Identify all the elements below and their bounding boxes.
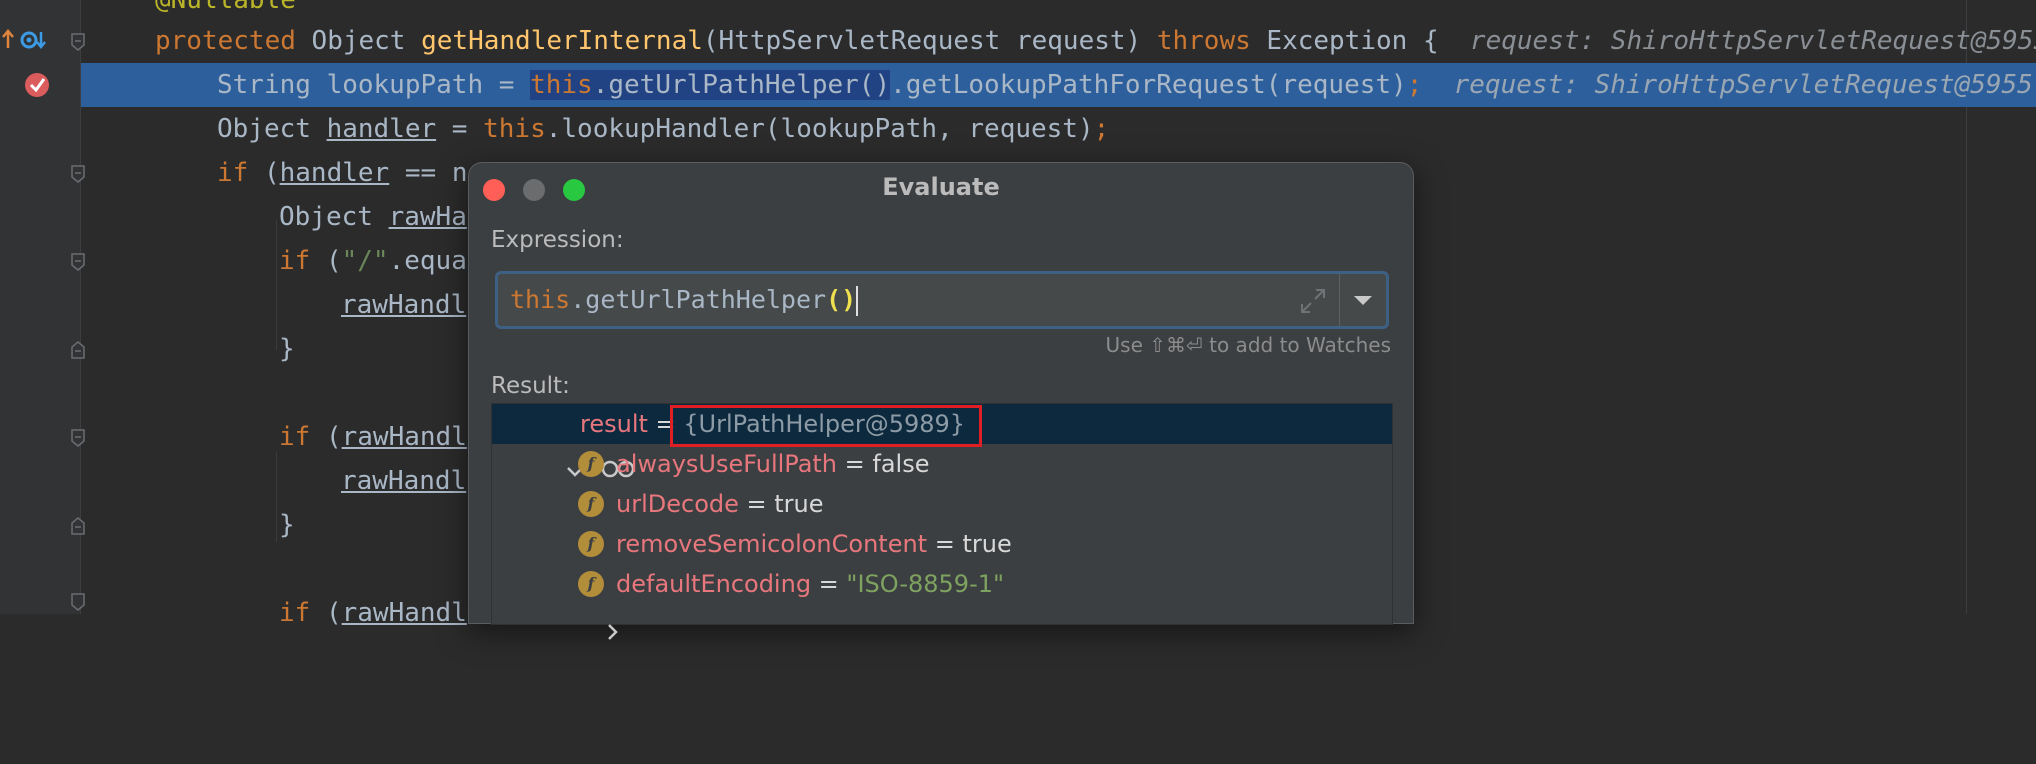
inline-debug-value: request: ShiroHttpServletRequest@5955	[1453, 70, 2033, 100]
debugger-watch-icon[interactable]	[20, 28, 46, 52]
watches-hint: Use ⇧⌘⏎ to add to Watches	[1105, 333, 1391, 357]
field-row[interactable]: f defaultEncoding = "ISO-8859-1"	[492, 564, 1392, 640]
field-icon: f	[578, 451, 604, 477]
expression-input[interactable]: this.getUrlPathHelper()	[495, 271, 1389, 329]
dialog-title: Evaluate	[882, 173, 1000, 201]
annotation-highlight-box	[670, 405, 982, 447]
field-icon: f	[578, 571, 604, 597]
evaluate-dialog: Evaluate Expression: this.getUrlPathHelp…	[468, 162, 1414, 640]
code-line-method-signature: protected Object getHandlerInternal(Http…	[81, 19, 2036, 63]
chevron-right-icon[interactable]	[542, 574, 618, 640]
chevron-down-icon[interactable]	[504, 414, 583, 477]
breakpoint-icon[interactable]	[22, 70, 52, 100]
result-name: result	[580, 410, 648, 438]
expression-label: Expression:	[491, 227, 624, 253]
field-row[interactable]: f alwaysUseFullPath = false	[492, 444, 1392, 484]
dialog-titlebar[interactable]: Evaluate	[469, 163, 1413, 213]
history-dropdown-button[interactable]	[1340, 274, 1386, 326]
watch-glasses-icon	[540, 412, 635, 478]
text-caret	[856, 286, 859, 316]
expression-text[interactable]: this.getUrlPathHelper()	[510, 274, 859, 326]
field-row[interactable]: f urlDecode = true	[492, 484, 1392, 524]
code-line-handler: Object handler = this.lookupHandler(look…	[217, 114, 1110, 144]
inline-debug-value: request: ShiroHttpServletRequest@5955	[1469, 26, 2036, 56]
field-icon: f	[578, 491, 604, 517]
expand-icon[interactable]	[1298, 286, 1328, 316]
result-tree[interactable]: result = {UrlPathHelper@5989} f alwaysUs…	[491, 403, 1393, 640]
field-row[interactable]: f removeSemicolonContent = true	[492, 524, 1392, 564]
step-into-icon[interactable]	[0, 26, 16, 52]
result-label: Result:	[491, 373, 570, 399]
code-line-current-execution: String lookupPath = this.getUrlPathHelpe…	[81, 63, 2036, 107]
field-icon: f	[578, 531, 604, 557]
